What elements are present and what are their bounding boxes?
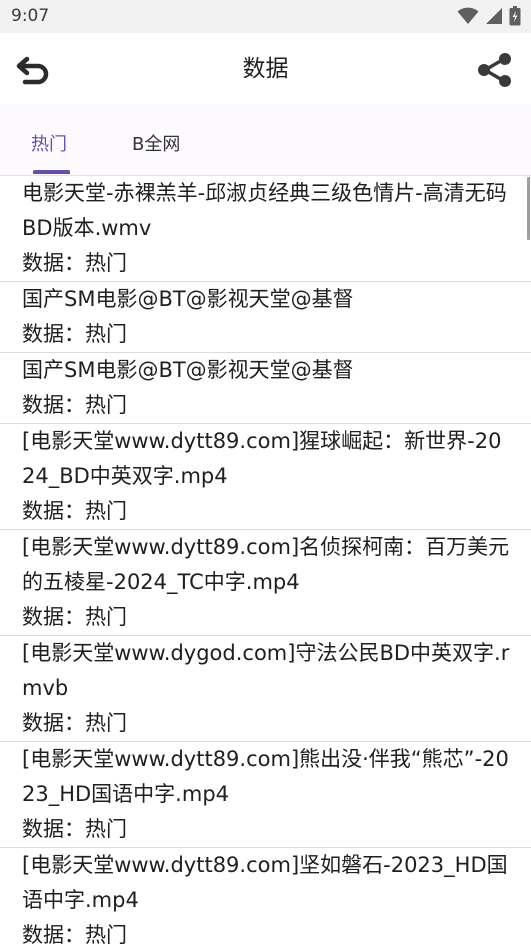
list-item-source: 数据：热门 [22, 817, 127, 841]
page-title: 数据 [242, 56, 289, 82]
list-item[interactable]: 国产SM电影@BT@影视天堂@基督 数据：热门 [0, 282, 531, 353]
list-item[interactable]: [电影天堂www.dytt89.com]名侦探柯南：百万美元的五棱星-2024_… [0, 530, 531, 636]
tab-hot[interactable]: 热门 [31, 130, 67, 156]
share-icon [478, 53, 511, 87]
result-list: 电影天堂-赤裸羔羊-邱淑贞经典三级色情片-高清无码BD版本.wmv 数据：热门 … [0, 176, 531, 947]
list-item[interactable]: [电影天堂www.dygod.com]守法公民BD中英双字.rmvb 数据：热门 [0, 636, 531, 742]
tab-b-net[interactable]: B全网 [132, 130, 180, 156]
status-icons [457, 5, 521, 27]
cell-signal-icon [486, 8, 502, 24]
list-item[interactable]: [电影天堂www.dytt89.com]猩球崛起：新世界-2024_BD中英双字… [0, 424, 531, 530]
tab-indicator [33, 170, 70, 174]
list-item[interactable]: [电影天堂www.dytt89.com]熊出没·伴我“熊芯”-2023_HD国语… [0, 742, 531, 848]
list-item-source: 数据：热门 [22, 711, 127, 735]
list-item[interactable]: 电影天堂-赤裸羔羊-邱淑贞经典三级色情片-高清无码BD版本.wmv 数据：热门 [0, 176, 531, 282]
list-item-source: 数据：热门 [22, 499, 127, 523]
list-item-source: 数据：热门 [22, 251, 127, 275]
list-item-source: 数据：热门 [22, 393, 127, 417]
battery-charging-icon [509, 6, 521, 26]
list-item-title: [电影天堂www.dytt89.com]名侦探柯南：百万美元的五棱星-2024_… [22, 535, 510, 594]
share-button[interactable] [475, 50, 515, 90]
list-item-title: 国产SM电影@BT@影视天堂@基督 [22, 287, 354, 311]
list-item-title: 电影天堂-赤裸羔羊-邱淑贞经典三级色情片-高清无码BD版本.wmv [22, 181, 507, 240]
list-item-source: 数据：热门 [22, 322, 127, 346]
list-item-title: [电影天堂www.dytt89.com]坚如磐石-2023_HD国语中字.mp4 [22, 853, 508, 912]
wifi-icon [457, 7, 479, 24]
list-item-title: [电影天堂www.dytt89.com]熊出没·伴我“熊芯”-2023_HD国语… [22, 747, 509, 806]
scrollbar[interactable] [527, 177, 530, 240]
list-item-source: 数据：热门 [22, 923, 127, 947]
list-item-title: [电影天堂www.dytt89.com]猩球崛起：新世界-2024_BD中英双字… [22, 429, 502, 488]
list-item-title: [电影天堂www.dygod.com]守法公民BD中英双字.rmvb [22, 641, 510, 700]
list-item-source: 数据：热门 [22, 605, 127, 629]
status-time: 9:07 [11, 6, 50, 26]
status-bar: 9:07 [0, 0, 531, 33]
list-item[interactable]: 国产SM电影@BT@影视天堂@基督 数据：热门 [0, 353, 531, 424]
app-bar: 数据 [0, 33, 531, 104]
list-item-title: 国产SM电影@BT@影视天堂@基督 [22, 358, 354, 382]
tab-bar: 热门 B全网 [0, 104, 531, 176]
list-item[interactable]: [电影天堂www.dytt89.com]坚如磐石-2023_HD国语中字.mp4… [0, 848, 531, 947]
